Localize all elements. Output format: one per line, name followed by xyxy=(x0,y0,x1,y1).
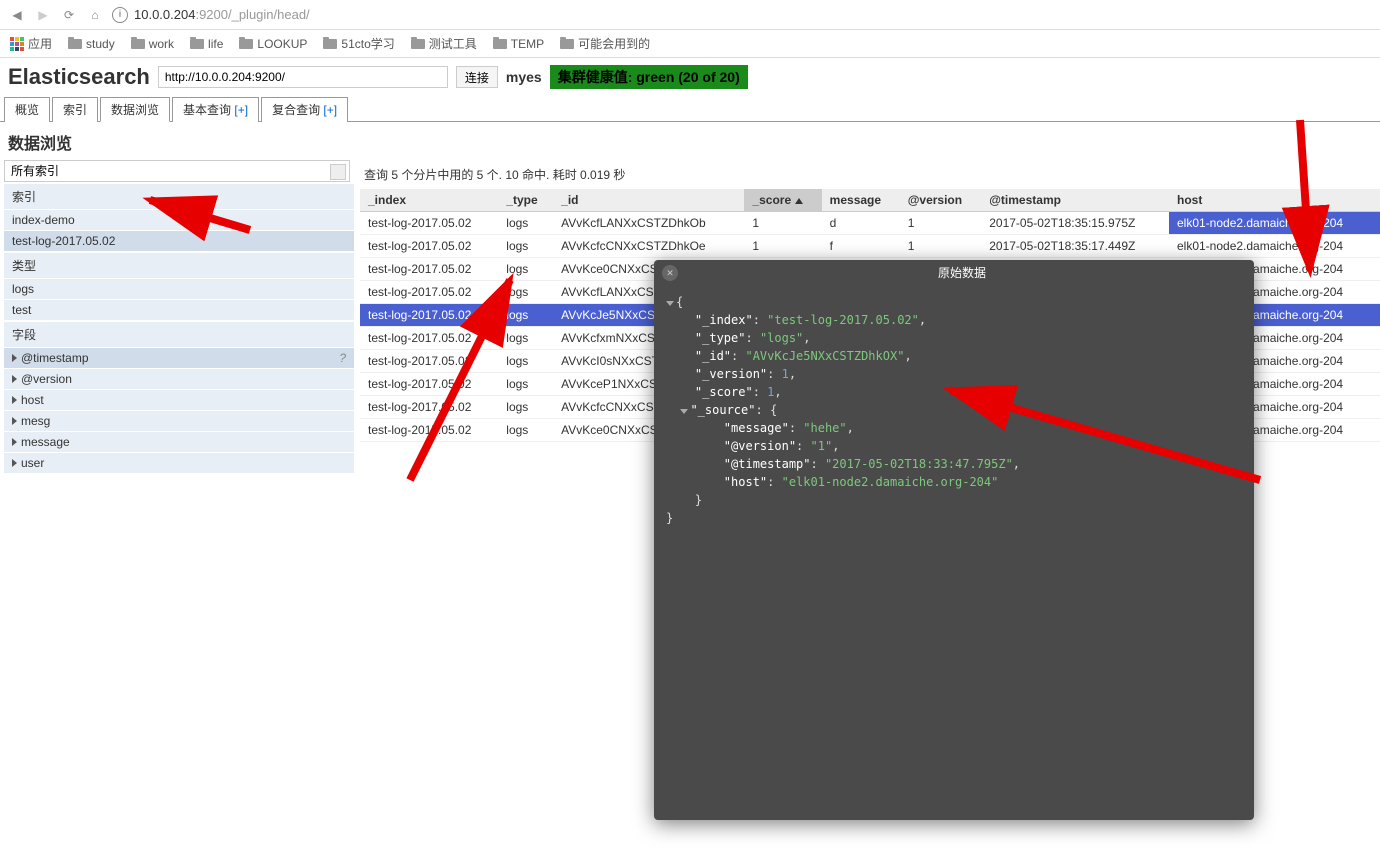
bookmark-folder[interactable]: work xyxy=(131,35,174,52)
bookmark-folder[interactable]: study xyxy=(68,35,115,52)
sidebar-type-header: 类型 xyxy=(4,253,354,278)
table-cell: 1 xyxy=(744,235,821,258)
column-header[interactable]: _score xyxy=(744,189,821,212)
health-badge: 集群健康值: green (20 of 20) xyxy=(550,65,748,89)
url-text: 10.0.0.204:9200/_plugin/head/ xyxy=(134,7,310,22)
expand-icon xyxy=(12,438,17,446)
bookmark-folder[interactable]: 测试工具 xyxy=(411,35,477,52)
expand-icon xyxy=(12,354,17,362)
column-header[interactable]: _type xyxy=(498,189,553,212)
app-title: Elasticsearch xyxy=(8,64,150,90)
bookmark-label: study xyxy=(86,37,115,51)
table-cell: logs xyxy=(498,235,553,258)
es-header: Elasticsearch 连接 myes 集群健康值: green (20 o… xyxy=(0,58,1380,96)
bookmark-label: work xyxy=(149,37,174,51)
table-cell: 2017-05-02T18:35:17.449Z xyxy=(981,235,1169,258)
expand-icon xyxy=(12,396,17,404)
sidebar-field-item[interactable]: @version xyxy=(4,368,354,389)
apps-button[interactable]: 应用 xyxy=(10,35,52,52)
bookmark-folder[interactable]: 51cto学习 xyxy=(323,35,394,52)
expand-icon xyxy=(12,417,17,425)
bookmark-label: 测试工具 xyxy=(429,35,477,52)
tab-0[interactable]: 概览 xyxy=(4,97,50,122)
table-cell: test-log-2017.05.02 xyxy=(360,235,498,258)
table-cell: 1 xyxy=(900,212,982,235)
folder-icon xyxy=(493,39,507,49)
bookmark-label: 51cto学习 xyxy=(341,35,394,52)
home-button[interactable]: ⌂ xyxy=(86,6,104,24)
reload-button[interactable]: ⟳ xyxy=(60,6,78,24)
table-cell: logs xyxy=(498,212,553,235)
expand-icon xyxy=(12,375,17,383)
popup-title: 原始数据 xyxy=(938,264,986,281)
folder-icon xyxy=(68,39,82,49)
index-select[interactable]: 所有索引 xyxy=(4,160,350,182)
bookmark-label: 可能会用到的 xyxy=(578,35,650,52)
column-header[interactable]: @version xyxy=(900,189,982,212)
table-cell: d xyxy=(822,212,900,235)
cluster-url-input[interactable] xyxy=(158,66,448,88)
table-cell: test-log-2017.05.02 xyxy=(360,212,498,235)
sidebar-fields-header: 字段 xyxy=(4,322,354,347)
sidebar-field-item[interactable]: user xyxy=(4,452,354,473)
bookmark-folder[interactable]: TEMP xyxy=(493,35,544,52)
bookmark-folder[interactable]: LOOKUP xyxy=(239,35,307,52)
folder-icon xyxy=(323,39,337,49)
tab-4[interactable]: 复合查询 [+] xyxy=(261,97,348,122)
folder-icon xyxy=(239,39,253,49)
bookmark-label: LOOKUP xyxy=(257,37,307,51)
table-cell: AVvKcfLANXxCSTZDhkOb xyxy=(553,212,744,235)
sort-asc-icon xyxy=(795,198,803,204)
url-bar[interactable]: i 10.0.0.204:9200/_plugin/head/ xyxy=(112,7,1372,23)
back-button[interactable]: ◀ xyxy=(8,6,26,24)
browser-nav-bar: ◀ ▶ ⟳ ⌂ i 10.0.0.204:9200/_plugin/head/ xyxy=(0,0,1380,30)
main-tabs: 概览索引数据浏览基本查询 [+]复合查询 [+] xyxy=(0,96,1380,122)
tab-3[interactable]: 基本查询 [+] xyxy=(172,97,259,122)
bookmark-label: TEMP xyxy=(511,37,544,51)
popup-close-button[interactable]: ✕ xyxy=(662,265,678,281)
sidebar-type-item[interactable]: test xyxy=(4,299,354,320)
table-cell: 1 xyxy=(744,212,821,235)
sidebar-field-item[interactable]: host xyxy=(4,389,354,410)
folder-icon xyxy=(190,39,204,49)
table-cell: AVvKcfcCNXxCSTZDhkOe xyxy=(553,235,744,258)
query-info: 查询 5 个分片中用的 5 个. 10 命中. 耗时 0.019 秒 xyxy=(360,160,1380,189)
table-header-row: _index_type_id_scoremessage@version@time… xyxy=(360,189,1380,212)
cluster-name: myes xyxy=(506,69,542,85)
bookmark-folder[interactable]: 可能会用到的 xyxy=(560,35,650,52)
sidebar-field-item[interactable]: mesg xyxy=(4,410,354,431)
bookmark-folder[interactable]: life xyxy=(190,35,223,52)
tab-1[interactable]: 索引 xyxy=(52,97,98,122)
sidebar-field-item[interactable]: message xyxy=(4,431,354,452)
column-header[interactable]: _index xyxy=(360,189,498,212)
help-icon[interactable]: ? xyxy=(339,351,346,365)
page-title: 数据浏览 xyxy=(0,122,1380,160)
bookmark-label: life xyxy=(208,37,223,51)
column-header[interactable]: _id xyxy=(553,189,744,212)
apps-label: 应用 xyxy=(28,35,52,52)
folder-icon xyxy=(411,39,425,49)
raw-data-popup: ✕ 原始数据 { "_index": "test-log-2017.05.02"… xyxy=(654,260,1254,820)
expand-icon xyxy=(12,459,17,467)
table-cell: 2017-05-02T18:35:15.975Z xyxy=(981,212,1169,235)
table-row[interactable]: test-log-2017.05.02logsAVvKcfcCNXxCSTZDh… xyxy=(360,235,1380,258)
folder-icon xyxy=(131,39,145,49)
bookmarks-bar: 应用 study work life LOOKUP 51cto学习 测试工具 TEMP 可能会… xyxy=(0,30,1380,58)
folder-icon xyxy=(560,39,574,49)
forward-button[interactable]: ▶ xyxy=(34,6,52,24)
sidebar-field-item[interactable]: @timestamp? xyxy=(4,347,354,368)
info-icon[interactable]: i xyxy=(112,7,128,23)
connect-button[interactable]: 连接 xyxy=(456,66,498,88)
sidebar-type-item[interactable]: logs xyxy=(4,278,354,299)
column-header[interactable]: @timestamp xyxy=(981,189,1169,212)
table-row[interactable]: test-log-2017.05.02logsAVvKcfLANXxCSTZDh… xyxy=(360,212,1380,235)
column-header[interactable]: message xyxy=(822,189,900,212)
table-cell: f xyxy=(822,235,900,258)
tab-2[interactable]: 数据浏览 xyxy=(100,97,170,122)
table-cell: 1 xyxy=(900,235,982,258)
apps-icon xyxy=(10,37,24,51)
